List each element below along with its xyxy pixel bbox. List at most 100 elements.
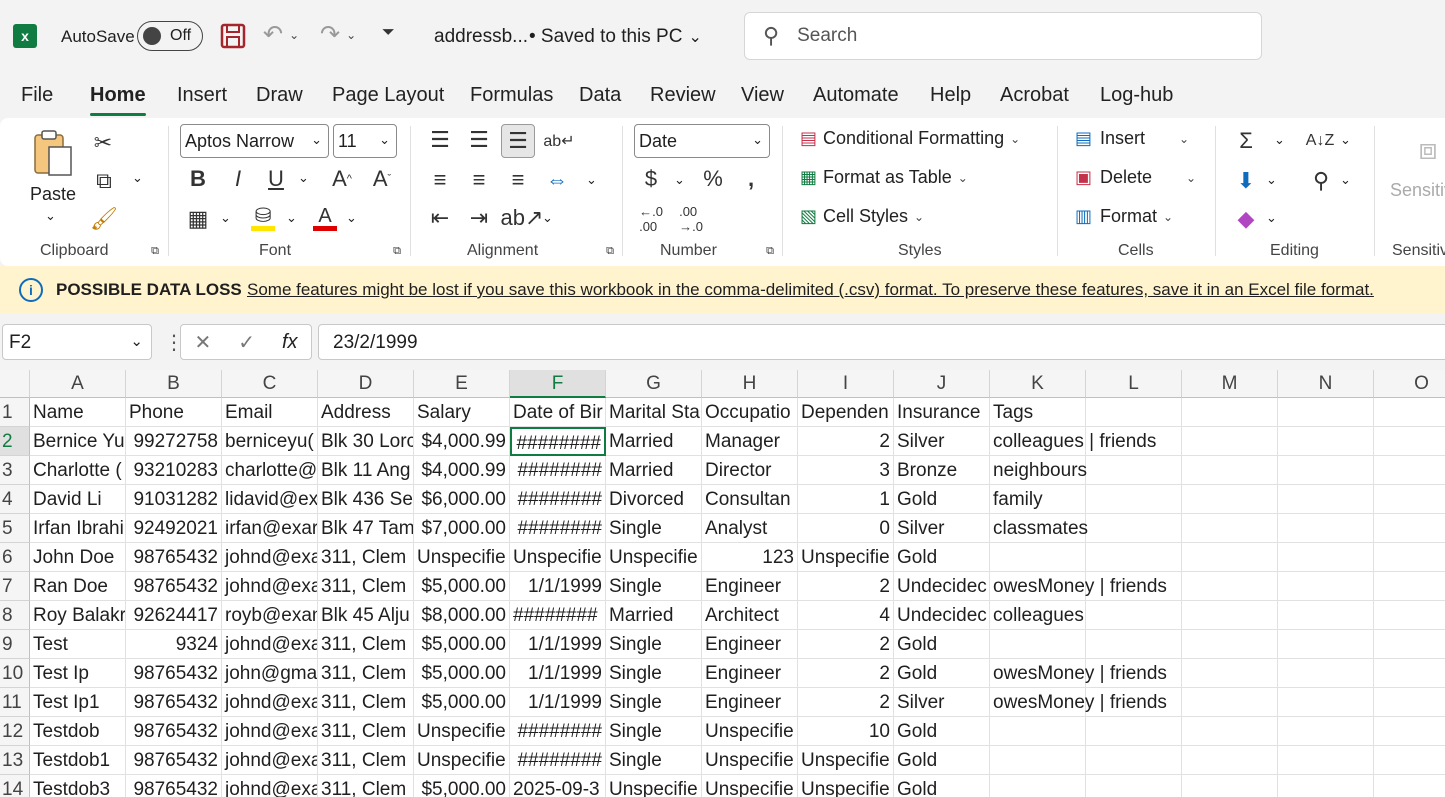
cell-o7[interactable] xyxy=(1374,572,1445,601)
cell-i14[interactable]: Unspecifie xyxy=(798,775,894,797)
row-header[interactable]: 4 xyxy=(0,485,30,514)
cell-i1[interactable]: Dependen xyxy=(798,398,894,427)
cell-i8[interactable]: 4 xyxy=(798,601,894,630)
cell-g4[interactable]: Divorced xyxy=(606,485,702,514)
row-header[interactable]: 8 xyxy=(0,601,30,630)
column-header-m[interactable]: M xyxy=(1182,370,1278,398)
cell-g2[interactable]: Married xyxy=(606,427,702,456)
cell-f5[interactable]: ######## xyxy=(510,514,606,543)
cell-a7[interactable]: Ran Doe xyxy=(30,572,126,601)
cell-a9[interactable]: Test xyxy=(30,630,126,659)
align-middle-icon[interactable]: ☰ xyxy=(467,127,491,152)
currency-icon[interactable]: $ xyxy=(640,166,662,192)
wrap-text-icon[interactable]: ab↵ xyxy=(543,128,574,154)
cell-c10[interactable]: john@gma xyxy=(222,659,318,688)
cell-f6[interactable]: Unspecifie xyxy=(510,543,606,572)
cell-m8[interactable] xyxy=(1182,601,1278,630)
insert-cells-button[interactable]: ▤ Insert ⌄ xyxy=(1075,128,1189,149)
row-header[interactable]: 6 xyxy=(0,543,30,572)
tab-help[interactable]: Help xyxy=(930,84,971,107)
cell-o3[interactable] xyxy=(1374,456,1445,485)
orientation-dropdown-icon[interactable]: ⌄ xyxy=(542,210,553,226)
conditional-formatting-button[interactable]: ▤ Conditional Formatting ⌄ xyxy=(800,128,1020,149)
cell-n10[interactable] xyxy=(1278,659,1374,688)
cell-o11[interactable] xyxy=(1374,688,1445,717)
cell-d2[interactable]: Blk 30 Lorc xyxy=(318,427,414,456)
cell-o9[interactable] xyxy=(1374,630,1445,659)
cell-j6[interactable]: Gold xyxy=(894,543,990,572)
cell-b8[interactable]: 92624417 xyxy=(126,601,222,630)
cell-styles-button[interactable]: ▧ Cell Styles ⌄ xyxy=(800,206,924,227)
cell-b11[interactable]: 98765432 xyxy=(126,688,222,717)
cell-d3[interactable]: Blk 11 Ang xyxy=(318,456,414,485)
cell-j3[interactable]: Bronze xyxy=(894,456,990,485)
cell-c9[interactable]: johnd@exa xyxy=(222,630,318,659)
increase-indent-icon[interactable]: ⇥ xyxy=(467,205,491,230)
number-format-select[interactable]: Date ⌄ xyxy=(634,124,770,158)
cell-k9[interactable] xyxy=(990,630,1086,659)
cell-e10[interactable]: $5,000.00 xyxy=(414,659,510,688)
align-right-icon[interactable]: ≡ xyxy=(506,167,530,192)
column-header-c[interactable]: C xyxy=(222,370,318,398)
cell-d6[interactable]: 311, Clem xyxy=(318,543,414,572)
tab-data[interactable]: Data xyxy=(579,84,621,107)
cell-d4[interactable]: Blk 436 Se xyxy=(318,485,414,514)
cell-a3[interactable]: Charlotte ( xyxy=(30,456,126,485)
align-center-icon[interactable]: ≡ xyxy=(467,167,491,192)
cell-f2[interactable]: ######## xyxy=(510,427,606,456)
cell-k13[interactable] xyxy=(990,746,1086,775)
save-status[interactable]: • Saved to this PC ⌄ xyxy=(529,26,702,48)
cell-o14[interactable] xyxy=(1374,775,1445,797)
cell-f10[interactable]: 1/1/1999 xyxy=(510,659,606,688)
autosave-toggle[interactable]: Off xyxy=(137,21,203,51)
cell-c13[interactable]: johnd@exa xyxy=(222,746,318,775)
tab-review[interactable]: Review xyxy=(650,84,716,107)
cell-o2[interactable] xyxy=(1374,427,1445,456)
cell-j2[interactable]: Silver xyxy=(894,427,990,456)
row-header[interactable]: 13 xyxy=(0,746,30,775)
cell-e7[interactable]: $5,000.00 xyxy=(414,572,510,601)
cut-icon[interactable]: ✂ xyxy=(90,130,116,156)
cell-f1[interactable]: Date of Bir xyxy=(510,398,606,427)
cell-e2[interactable]: $4,000.99 xyxy=(414,427,510,456)
sensitivity-icon[interactable]: ⧈ xyxy=(1410,128,1445,172)
cell-a11[interactable]: Test Ip1 xyxy=(30,688,126,717)
cell-k2[interactable]: colleagues | friends xyxy=(990,427,1156,456)
cell-l9[interactable] xyxy=(1086,630,1182,659)
borders-icon[interactable]: ▦ xyxy=(185,206,211,232)
cell-k4[interactable]: family xyxy=(990,485,1086,514)
fill-color-dropdown-icon[interactable]: ⌄ xyxy=(286,210,297,226)
cell-m12[interactable] xyxy=(1182,717,1278,746)
cell-n5[interactable] xyxy=(1278,514,1374,543)
cell-h5[interactable]: Analyst xyxy=(702,514,798,543)
row-header[interactable]: 10 xyxy=(0,659,30,688)
cell-c5[interactable]: irfan@exar xyxy=(222,514,318,543)
cell-a5[interactable]: Irfan Ibrahi xyxy=(30,514,126,543)
column-header-f[interactable]: F xyxy=(510,370,606,398)
cell-b1[interactable]: Phone xyxy=(126,398,222,427)
delete-cells-button[interactable]: ▣ Delete ⌄ xyxy=(1075,167,1196,188)
cell-b4[interactable]: 91031282 xyxy=(126,485,222,514)
column-header-a[interactable]: A xyxy=(30,370,126,398)
autosum-dropdown-icon[interactable]: ⌄ xyxy=(1274,132,1285,148)
merge-dropdown-icon[interactable]: ⌄ xyxy=(586,172,597,188)
banner-message-link[interactable]: Some features might be lost if you save … xyxy=(247,280,1374,300)
cell-g9[interactable]: Single xyxy=(606,630,702,659)
cell-b6[interactable]: 98765432 xyxy=(126,543,222,572)
row-header[interactable]: 12 xyxy=(0,717,30,746)
cell-n3[interactable] xyxy=(1278,456,1374,485)
cell-k5[interactable]: classmates xyxy=(990,514,1088,543)
clipboard-launcher-icon[interactable]: ⧉ xyxy=(148,244,162,258)
cell-g12[interactable]: Single xyxy=(606,717,702,746)
cell-n1[interactable] xyxy=(1278,398,1374,427)
cell-h12[interactable]: Unspecifie xyxy=(702,717,798,746)
paste-button[interactable]: Paste xyxy=(30,184,76,205)
cell-m9[interactable] xyxy=(1182,630,1278,659)
cell-k14[interactable] xyxy=(990,775,1086,797)
row-header[interactable]: 14 xyxy=(0,775,30,797)
row-header[interactable]: 11 xyxy=(0,688,30,717)
cell-n8[interactable] xyxy=(1278,601,1374,630)
cell-j7[interactable]: Undecidec xyxy=(894,572,990,601)
cancel-icon[interactable]: ✕ xyxy=(194,330,211,355)
copy-dropdown-icon[interactable]: ⌄ xyxy=(132,170,143,186)
